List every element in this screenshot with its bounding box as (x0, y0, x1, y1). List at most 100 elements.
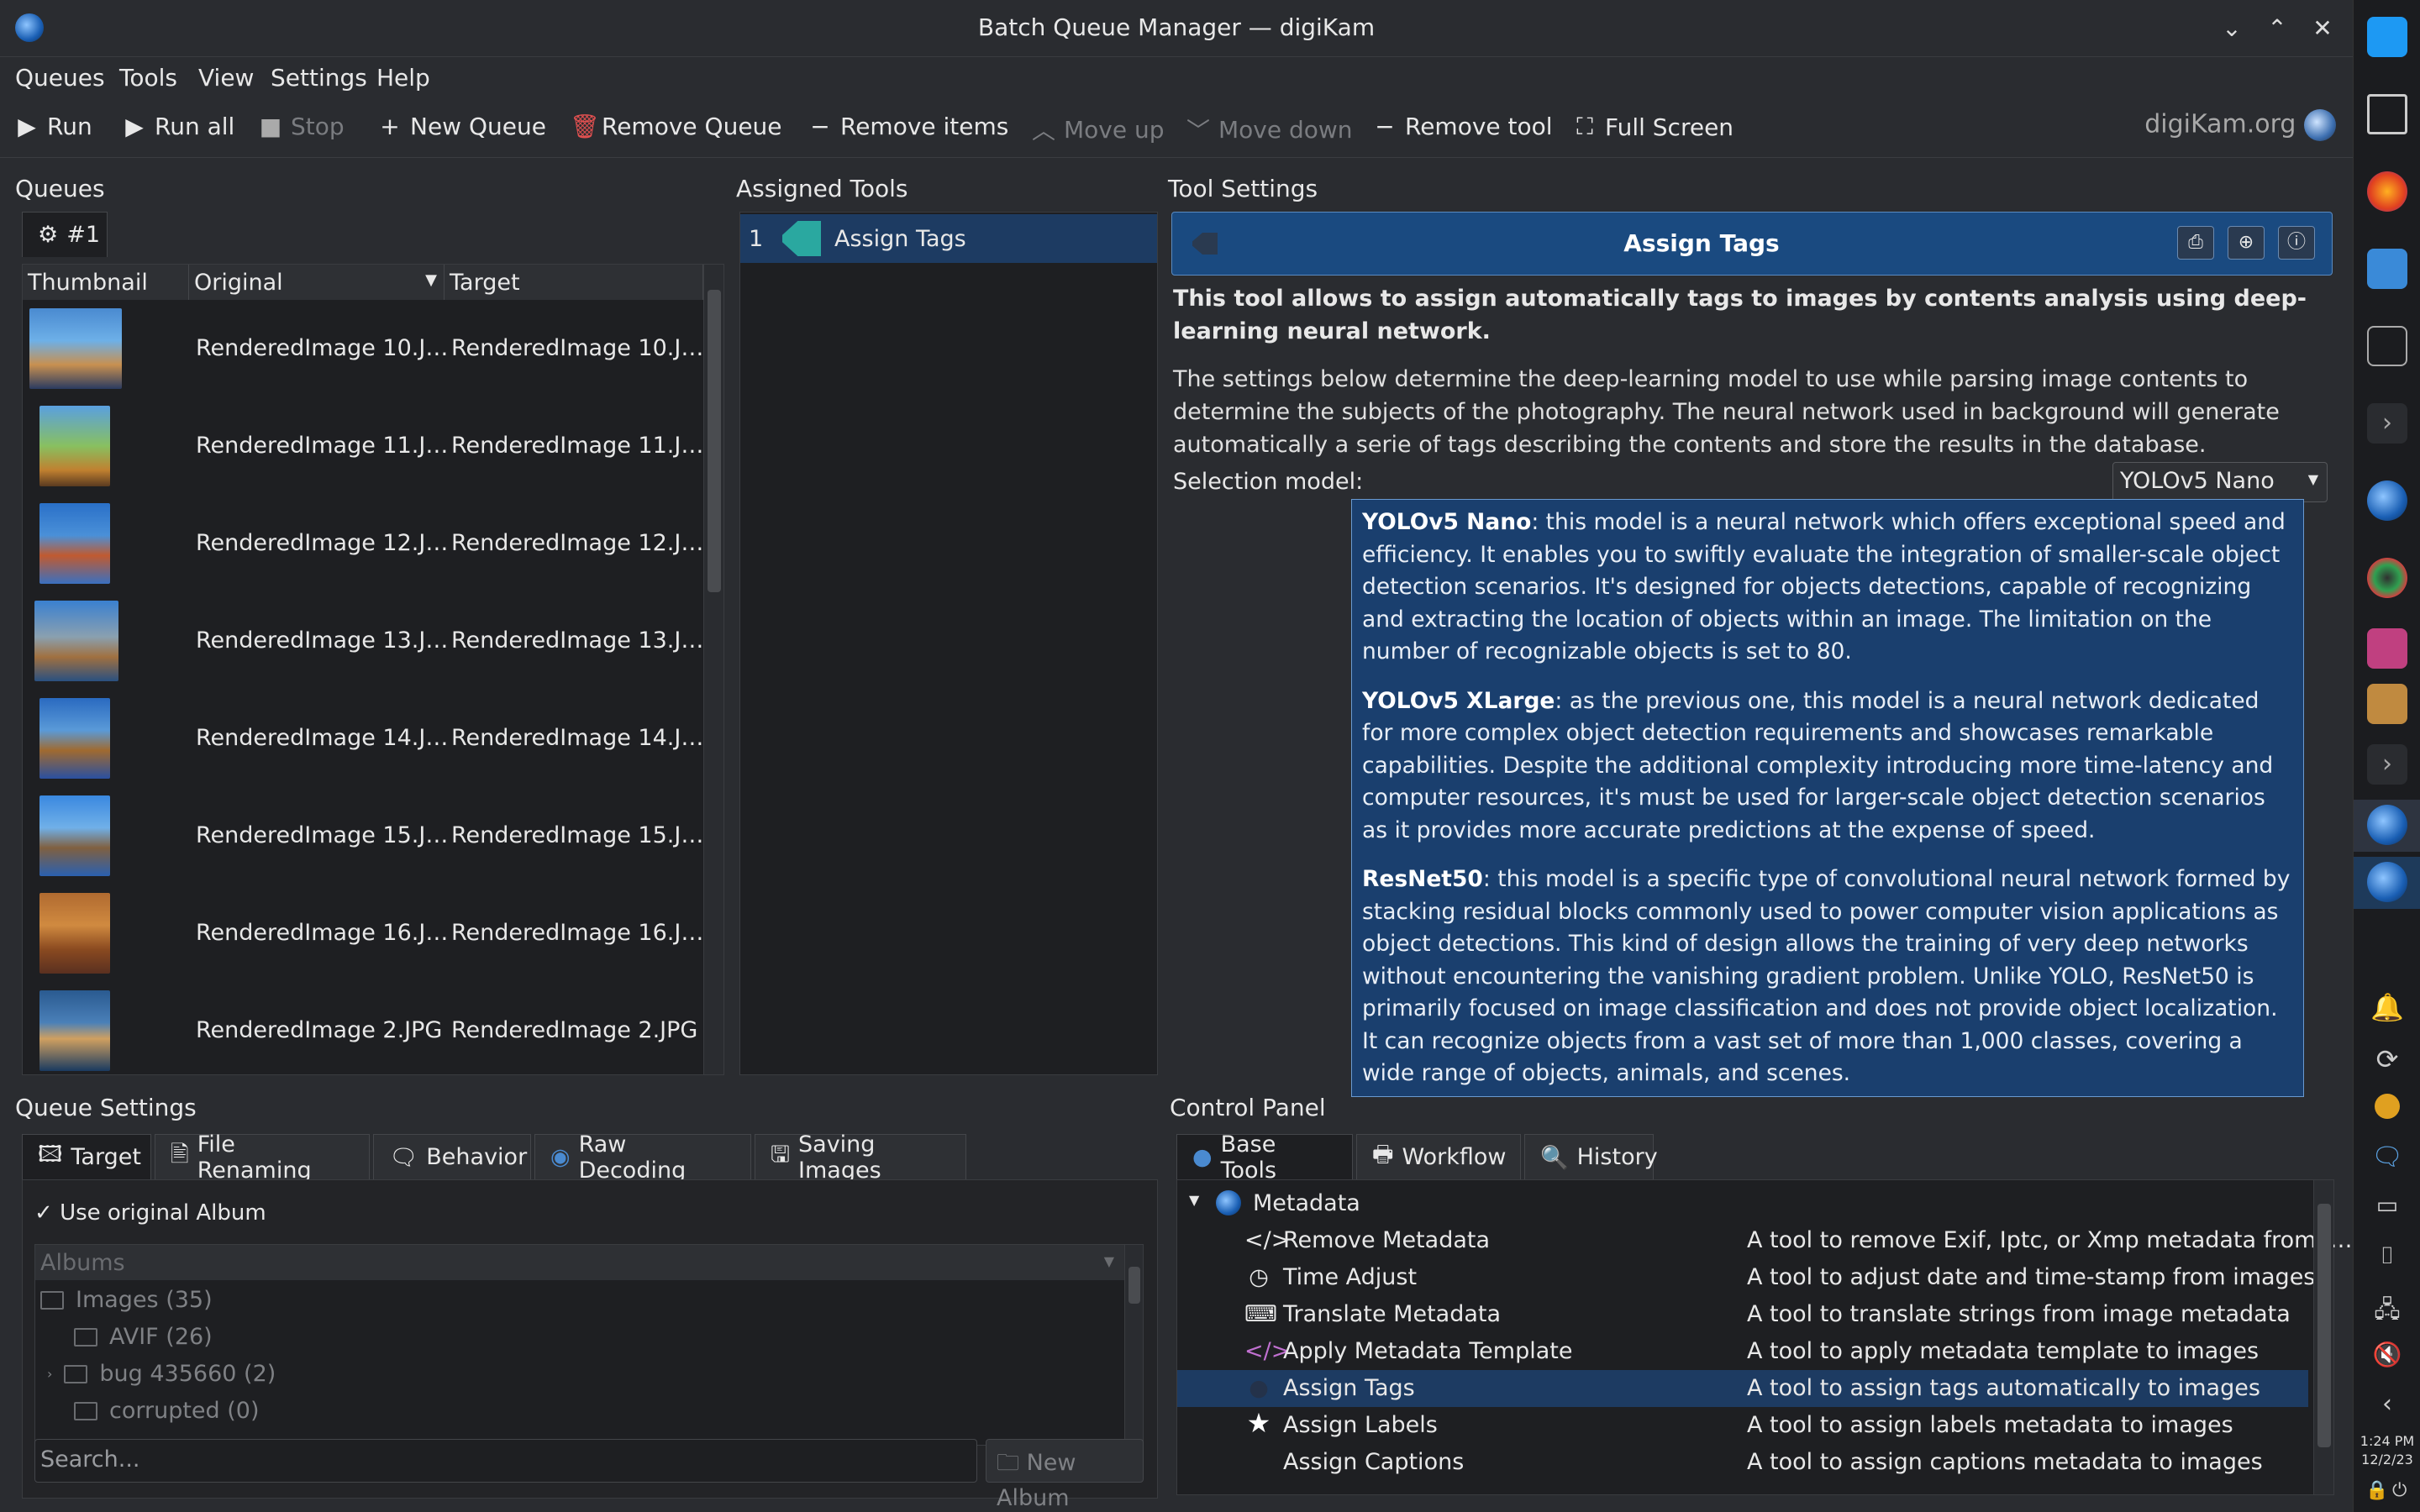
tab-raw-decoding[interactable]: ◉ Raw Decoding (534, 1131, 751, 1184)
tree-item-images[interactable]: Images (35) (40, 1287, 213, 1313)
tree-item-avif[interactable]: AVIF (26) (74, 1324, 213, 1350)
tab-file-renaming[interactable]: 🖹 File Renaming (155, 1131, 370, 1184)
digikam-org-link[interactable]: digiKam.org (2144, 109, 2336, 141)
tab-workflow[interactable]: 🖶 Workflow (1356, 1134, 1521, 1179)
chevron-left-icon[interactable]: ‹ (2367, 1389, 2407, 1430)
online-help-button[interactable]: ⊕ (2228, 226, 2265, 260)
column-header-target[interactable]: Target (445, 265, 703, 300)
package-icon[interactable] (2367, 684, 2407, 724)
chat-icon[interactable]: 🗨 (2367, 1142, 2407, 1183)
base-tools-scrollbar[interactable] (2313, 1180, 2333, 1494)
full-screen-button[interactable]: ⛶ Full Screen (1573, 113, 1733, 141)
menu-tools[interactable]: Tools (119, 64, 177, 92)
target-cell: RenderedImage 10.J… (451, 335, 704, 361)
showfoto-icon[interactable] (2367, 558, 2407, 598)
new-queue-button[interactable]: + New Queue (378, 113, 546, 140)
network-icon[interactable]: 🖧 (2367, 1292, 2407, 1332)
model-tooltip: YOLOv5 Nano: this model is a neural netw… (1351, 499, 2304, 1097)
run-all-button[interactable]: ▶ Run all (123, 113, 234, 140)
column-header-thumbnail[interactable]: Thumbnail (23, 265, 189, 300)
batch-queue-task-icon[interactable] (2367, 862, 2407, 902)
tool-row-assign-labels[interactable]: ★ Assign Labels A tool to assign labels me… (1177, 1407, 2337, 1444)
table-row[interactable]: RenderedImage 13.J… RenderedImage 13.J… (23, 592, 703, 690)
menu-settings[interactable]: Settings (271, 64, 367, 92)
queue-tab-1[interactable]: ⚙ #1 (22, 212, 108, 257)
clock-date[interactable]: 12/2/23 (2354, 1452, 2420, 1467)
tool-row-translate-metadata[interactable]: ⌨ Translate Metadata A tool to translate s… (1177, 1296, 2337, 1333)
warning-icon[interactable] (2375, 1094, 2400, 1119)
tab-base-tools[interactable]: ● Base Tools (1176, 1131, 1353, 1184)
remove-queue-button[interactable]: 🗑 Remove Queue (570, 113, 782, 140)
new-album-button[interactable]: 🗀 New Album (986, 1439, 1144, 1511)
move-up-button[interactable]: ︿ Move up (1032, 113, 1165, 146)
remove-tool-button[interactable]: − Remove tool (1373, 113, 1552, 140)
tab-target[interactable]: 🖾 Target (22, 1134, 151, 1179)
digikam-launcher-icon[interactable] (2367, 480, 2407, 521)
settings-icon[interactable] (2367, 326, 2407, 366)
assigned-tool-item[interactable]: 1 Assign Tags (740, 214, 1157, 263)
lock-icon[interactable]: 🔒 (2365, 1480, 2388, 1501)
table-row[interactable]: RenderedImage 15.J… RenderedImage 15.J… (23, 787, 703, 885)
table-row[interactable]: RenderedImage 10.J… RenderedImage 10.J… (23, 300, 703, 397)
kde-launcher-icon[interactable] (2367, 17, 2407, 57)
image-thumbnail (34, 601, 118, 681)
menu-help[interactable]: Help (376, 64, 430, 92)
battery-icon[interactable]: ▭ (2367, 1191, 2407, 1231)
table-row[interactable]: RenderedImage 12.J… RenderedImage 12.J… (23, 495, 703, 592)
close-button[interactable]: ✕ (2306, 12, 2339, 45)
original-cell: RenderedImage 14.J… (196, 725, 449, 751)
table-row[interactable]: RenderedImage 16.J… RenderedImage 16.J… (23, 885, 703, 982)
export-settings-button[interactable]: ⎙ (2177, 226, 2214, 260)
translate-icon: ⌨ (1244, 1301, 1277, 1327)
info-button[interactable]: ⓘ (2278, 226, 2315, 260)
queue-scrollbar[interactable] (703, 265, 723, 1074)
column-header-original[interactable]: Original ▼ (189, 265, 445, 300)
tree-item-corrupted[interactable]: corrupted (0) (74, 1398, 260, 1424)
usb-icon[interactable]: ⌷ (2367, 1242, 2407, 1282)
menu-queues[interactable]: Queues (15, 64, 105, 92)
tool-row-remove-metadata[interactable]: </> Remove Metadata A tool to remove Exif,… (1177, 1222, 2353, 1259)
tab-history[interactable]: 🔍 History (1524, 1134, 1658, 1179)
presentation-icon[interactable] (2367, 628, 2407, 669)
run-button[interactable]: ▶ Run (15, 113, 92, 140)
selection-model-select[interactable]: YOLOv5 Nano ▼ (2112, 462, 2328, 502)
digikam-task-icon[interactable] (2367, 805, 2407, 845)
remove-items-button[interactable]: − Remove items (808, 113, 1008, 140)
image-thumbnail (39, 503, 110, 584)
folder-icon (64, 1364, 88, 1383)
update-icon[interactable]: ⟳ (2367, 1043, 2407, 1084)
tool-row-time-adjust[interactable]: ◷ Time Adjust A tool to adjust date and ti… (1177, 1259, 2337, 1296)
table-row[interactable]: RenderedImage 2.JPG RenderedImage 2.JPG (23, 982, 697, 1079)
volume-muted-icon[interactable]: 🔇 (2367, 1341, 2407, 1381)
tree-item-bug[interactable]: › bug 435660 (2) (47, 1361, 276, 1387)
scrollbar-handle[interactable] (1128, 1267, 1140, 1304)
tool-row-assign-tags[interactable]: ● Assign Tags A tool to assign tags automa… (1177, 1370, 2308, 1407)
use-original-album-checkbox[interactable]: ✓ Use original Album (34, 1200, 266, 1226)
table-row[interactable]: RenderedImage 14.J… RenderedImage 14.J… (23, 690, 703, 787)
terminal-icon[interactable]: › (2367, 403, 2407, 444)
tool-row-assign-captions[interactable]: Assign Captions A tool to assign captions… (1177, 1444, 2337, 1481)
menu-view[interactable]: View (198, 64, 254, 92)
show-desktop-icon[interactable] (2367, 94, 2407, 134)
table-row[interactable]: RenderedImage 11.J… RenderedImage 11.J… (23, 397, 703, 495)
move-down-button[interactable]: ﹀ Move down (1186, 113, 1353, 146)
stop-button[interactable]: ■ Stop (259, 113, 345, 140)
file-manager-icon[interactable] (2367, 249, 2407, 289)
tab-behavior[interactable]: 🗨 Behavior (373, 1134, 531, 1179)
album-search-input[interactable]: Search... (34, 1439, 977, 1483)
album-tree-scrollbar[interactable] (1124, 1245, 1143, 1445)
scrollbar-handle[interactable] (708, 290, 721, 592)
notifications-icon[interactable]: 🔔 (2367, 991, 2407, 1032)
tab-saving-images[interactable]: 🖫 Saving Images (755, 1131, 966, 1184)
clock-time[interactable]: 1:24 PM (2354, 1433, 2420, 1449)
maximize-button[interactable]: ⌃ (2260, 12, 2294, 45)
target-cell: RenderedImage 14.J… (451, 725, 704, 751)
minimize-button[interactable]: ⌄ (2215, 12, 2249, 45)
terminal-icon[interactable]: › (2367, 744, 2407, 785)
firefox-icon[interactable] (2367, 171, 2407, 212)
group-metadata[interactable]: ▼ Metadata (1177, 1185, 2337, 1222)
raw-icon: ◉ (550, 1144, 571, 1170)
scrollbar-handle[interactable] (2317, 1204, 2331, 1447)
power-icon[interactable]: ⏻ (2392, 1480, 2407, 1501)
tool-row-apply-metadata-template[interactable]: </> Apply Metadata Template A tool to appl… (1177, 1333, 2337, 1370)
